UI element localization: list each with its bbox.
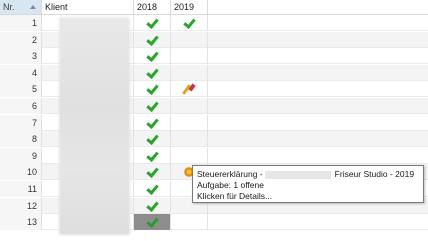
year-2019-status-cell[interactable] bbox=[171, 131, 208, 148]
check-icon bbox=[147, 199, 159, 211]
year-2019-status-cell[interactable] bbox=[171, 64, 208, 81]
tooltip-title-prefix: Steuererklärung - bbox=[197, 169, 263, 179]
year-2018-status-cell[interactable] bbox=[134, 131, 171, 148]
year-2018-status-cell[interactable] bbox=[134, 15, 171, 31]
column-header-2018[interactable]: 2018 bbox=[134, 0, 171, 14]
check-icon bbox=[147, 33, 159, 45]
row-number: 12 bbox=[0, 197, 42, 214]
row-number: 13 bbox=[0, 214, 42, 231]
year-2019-status-cell[interactable] bbox=[171, 81, 208, 98]
check-icon bbox=[147, 66, 159, 78]
row-number: 10 bbox=[0, 164, 42, 181]
status-tooltip[interactable]: Steuererklärung - Friseur Studio - 2019 A… bbox=[192, 165, 424, 203]
grid-header: Nr. Klient 2018 2019 bbox=[0, 0, 428, 15]
check-icon bbox=[147, 149, 159, 161]
year-2019-status-cell[interactable] bbox=[171, 31, 208, 48]
row-number: 8 bbox=[0, 131, 42, 148]
year-2018-status-cell[interactable] bbox=[134, 31, 171, 48]
check-icon bbox=[184, 16, 196, 28]
redacted-client-names bbox=[59, 17, 130, 235]
year-2019-status-cell[interactable] bbox=[171, 15, 208, 31]
year-2018-status-cell[interactable] bbox=[134, 181, 171, 197]
redacted-client-name bbox=[264, 170, 331, 179]
sort-ascending-icon bbox=[30, 5, 36, 9]
year-2018-status-cell[interactable] bbox=[134, 48, 171, 65]
year-2019-status-cell[interactable] bbox=[171, 147, 208, 164]
year-2019-status-cell[interactable] bbox=[171, 48, 208, 65]
year-2018-status-cell[interactable] bbox=[134, 164, 171, 181]
row-number: 9 bbox=[0, 147, 42, 164]
client-year-grid: Nr. Klient 2018 2019 1 2 3 4 5 6 7 8 9 10 11 12 13 bbox=[0, 0, 428, 241]
year-2018-status-cell[interactable] bbox=[134, 147, 171, 164]
row-number: 6 bbox=[0, 98, 42, 114]
year-2018-status-cell[interactable] bbox=[134, 197, 171, 214]
row-number: 1 bbox=[0, 15, 42, 31]
check-icon bbox=[147, 82, 159, 94]
column-header-klient[interactable]: Klient bbox=[42, 0, 134, 14]
row-number: 3 bbox=[0, 48, 42, 65]
check-icon bbox=[147, 215, 159, 227]
check-icon bbox=[147, 182, 159, 194]
year-2019-status-cell[interactable] bbox=[171, 114, 208, 131]
column-header-nr-label: Nr. bbox=[3, 2, 15, 12]
check-icon bbox=[147, 99, 159, 111]
tooltip-title-suffix: Friseur Studio - 2019 bbox=[334, 169, 415, 179]
column-header-nr[interactable]: Nr. bbox=[0, 0, 42, 14]
year-2018-status-cell[interactable] bbox=[134, 81, 171, 98]
tooltip-line-task: Aufgabe: 1 offene bbox=[197, 180, 264, 190]
year-2018-status-cell[interactable] bbox=[134, 214, 171, 231]
tooltip-line-details: Klicken für Details... bbox=[197, 191, 273, 201]
row-number: 7 bbox=[0, 114, 42, 131]
check-icon bbox=[147, 49, 159, 61]
row-number: 5 bbox=[0, 81, 42, 98]
tooltip-line-title: Steuererklärung - Friseur Studio - 2019 bbox=[197, 169, 419, 180]
year-2019-status-cell[interactable] bbox=[171, 214, 208, 231]
check-icon bbox=[147, 116, 159, 128]
column-header-2019[interactable]: 2019 bbox=[171, 0, 208, 14]
row-number: 4 bbox=[0, 64, 42, 81]
row-number: 11 bbox=[0, 181, 42, 197]
check-icon bbox=[147, 16, 159, 28]
year-2018-status-cell[interactable] bbox=[134, 98, 171, 114]
year-2019-status-cell[interactable] bbox=[171, 98, 208, 114]
check-icon bbox=[147, 165, 159, 177]
pencil-icon bbox=[182, 83, 196, 96]
row-number: 2 bbox=[0, 31, 42, 48]
year-2018-status-cell[interactable] bbox=[134, 114, 171, 131]
check-icon bbox=[147, 132, 159, 144]
year-2018-status-cell[interactable] bbox=[134, 64, 171, 81]
